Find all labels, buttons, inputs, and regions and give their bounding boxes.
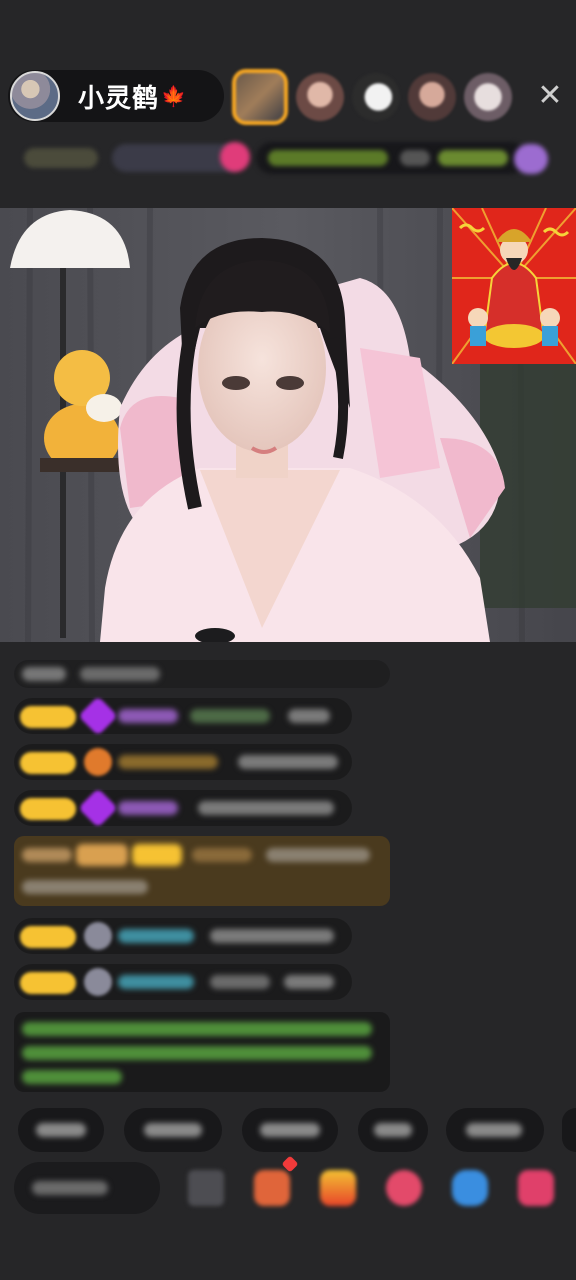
user-avatar xyxy=(84,748,112,776)
quick-reply-label xyxy=(36,1123,86,1137)
game-icon[interactable] xyxy=(452,1170,488,1206)
bottom-toolbar xyxy=(0,1155,576,1220)
message-text xyxy=(238,755,338,769)
fan-level-badge xyxy=(20,798,76,820)
chat-notice-line xyxy=(14,660,390,688)
rank-chip[interactable] xyxy=(24,148,98,168)
notice-text xyxy=(80,667,160,681)
gift-message[interactable] xyxy=(14,836,390,906)
user-avatar xyxy=(84,968,112,996)
hot-icon[interactable] xyxy=(220,142,250,172)
notice-text xyxy=(22,1070,122,1084)
activity-banner-text xyxy=(438,150,508,166)
quick-reply-button[interactable] xyxy=(446,1108,544,1152)
gift-box-icon[interactable] xyxy=(320,1170,356,1206)
status-row xyxy=(20,138,576,178)
activity-banner-text xyxy=(268,150,388,166)
gift-sender[interactable] xyxy=(22,848,72,862)
emoji-icon[interactable] xyxy=(188,1170,224,1206)
fan-level-badge xyxy=(20,972,76,994)
message-text xyxy=(210,929,334,943)
chat-messages[interactable] xyxy=(0,656,576,1096)
close-icon[interactable]: ✕ xyxy=(534,80,566,112)
viewer-avatar[interactable] xyxy=(232,69,288,125)
quick-reply-button[interactable] xyxy=(358,1108,428,1152)
gift-text xyxy=(22,880,148,894)
notice-text xyxy=(22,1046,372,1060)
quick-reply-label xyxy=(260,1123,320,1137)
top-bar: 小灵鹤 🍁 ✕ xyxy=(0,0,576,200)
user-avatar xyxy=(84,922,112,950)
streamer-info-pill[interactable]: 小灵鹤 🍁 xyxy=(8,70,224,122)
username[interactable] xyxy=(118,801,178,815)
fan-level-badge xyxy=(20,706,76,728)
quick-reply-label xyxy=(466,1123,522,1137)
username[interactable] xyxy=(118,975,194,989)
chat-message[interactable] xyxy=(14,918,352,954)
viewer-avatar[interactable] xyxy=(296,73,344,121)
lips-icon[interactable] xyxy=(386,1170,422,1206)
message-text xyxy=(284,975,334,989)
username[interactable] xyxy=(118,929,194,943)
viewer-avatar[interactable] xyxy=(408,73,456,121)
chat-input[interactable] xyxy=(14,1162,160,1214)
system-notice xyxy=(14,1012,390,1092)
streamer-name: 小灵鹤 xyxy=(78,82,160,113)
purple-gem-icon xyxy=(78,788,118,828)
gift-badge xyxy=(76,844,128,866)
notice-text xyxy=(22,667,66,681)
viewer-avatar[interactable] xyxy=(464,73,512,121)
notice-text xyxy=(22,1022,372,1036)
quick-reply-button[interactable] xyxy=(124,1108,222,1152)
chat-message[interactable] xyxy=(14,744,352,780)
more-gifts-icon[interactable] xyxy=(518,1170,554,1206)
quick-reply-button[interactable] xyxy=(562,1108,576,1152)
chat-message[interactable] xyxy=(14,788,352,828)
username[interactable] xyxy=(118,709,178,723)
fan-level-badge xyxy=(20,926,76,948)
quick-reply-label xyxy=(144,1123,202,1137)
quick-reply-label xyxy=(374,1123,412,1137)
activity-banner-text xyxy=(400,150,430,166)
gift-text xyxy=(266,848,370,862)
mascot-image xyxy=(451,207,576,365)
fan-level-badge xyxy=(20,752,76,774)
viewer-avatar[interactable] xyxy=(352,73,400,121)
message-text xyxy=(210,975,270,989)
purple-gem-icon xyxy=(78,696,118,736)
maple-leaf-icon: 🍁 xyxy=(161,85,186,108)
quick-reply-button[interactable] xyxy=(18,1108,104,1152)
quick-reply-button[interactable] xyxy=(242,1108,338,1152)
chat-message[interactable] xyxy=(14,964,352,1000)
message-text xyxy=(198,801,334,815)
username[interactable] xyxy=(118,755,218,769)
gift-badge-icon[interactable] xyxy=(514,144,548,174)
chat-input-placeholder xyxy=(32,1181,108,1195)
god-of-wealth-sticker[interactable] xyxy=(451,207,576,365)
top-viewers-list xyxy=(232,68,520,126)
quick-reply-row xyxy=(0,1108,576,1154)
gift-badge xyxy=(132,844,182,866)
message-text xyxy=(288,709,330,723)
streamer-avatar[interactable] xyxy=(10,71,60,121)
gift-username[interactable] xyxy=(192,848,252,862)
chat-message[interactable] xyxy=(14,696,352,736)
message-text xyxy=(190,709,270,723)
shop-icon[interactable] xyxy=(254,1170,290,1206)
